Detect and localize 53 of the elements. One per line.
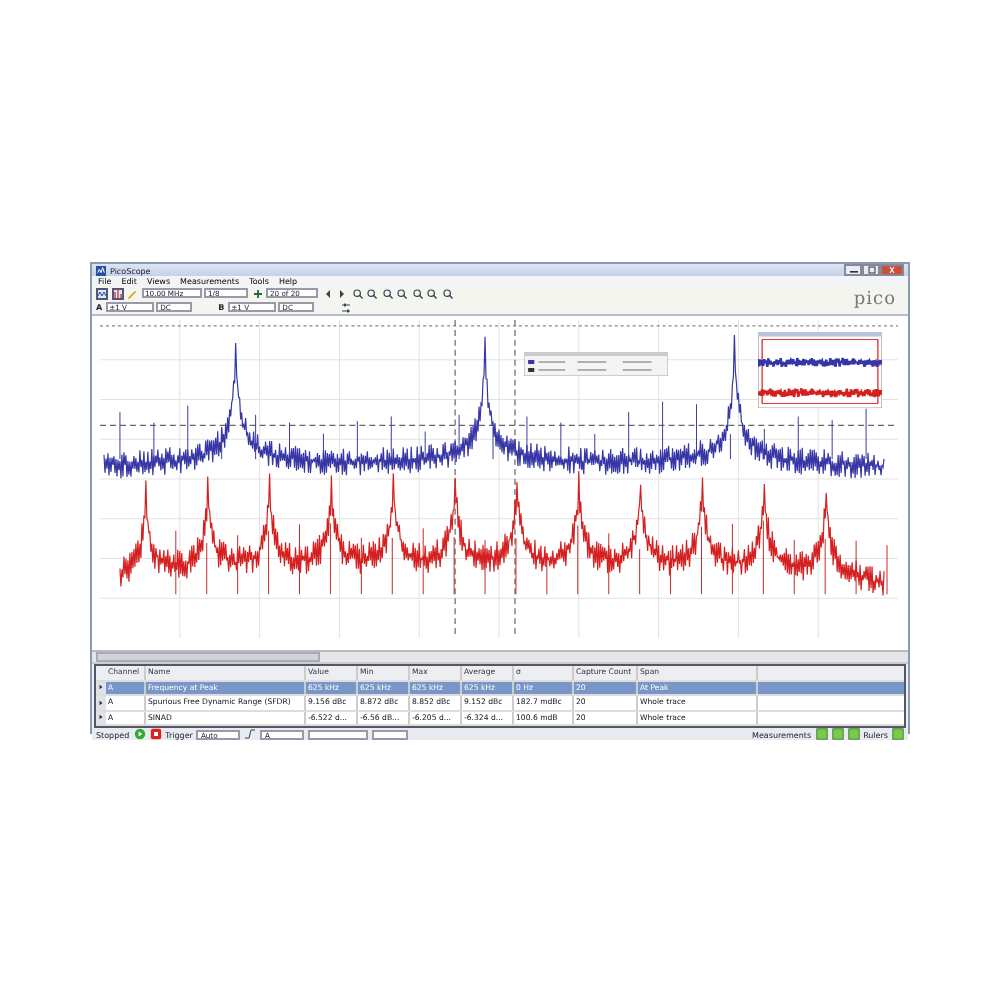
previous-button[interactable] (321, 287, 333, 299)
horizontal-scrollbar[interactable] (92, 652, 908, 664)
measurement-tool-button[interactable] (831, 728, 844, 740)
rising-edge-icon (244, 728, 257, 740)
spectrum-mode-button[interactable] (111, 287, 123, 299)
square-icon (892, 728, 904, 740)
magnifier-icon (381, 287, 393, 299)
close-icon (886, 266, 898, 274)
square-icon (847, 728, 860, 740)
channel-options-button[interactable] (340, 301, 353, 313)
magnifier-icon (441, 287, 453, 299)
left-arrow-icon (321, 287, 333, 299)
magnifier-icon (351, 287, 363, 299)
overview-thumbnail (758, 332, 882, 408)
row-marker-icon (98, 699, 104, 706)
stop-button[interactable] (149, 728, 162, 740)
square-icon (815, 728, 828, 740)
magnifier-icon (396, 287, 408, 299)
ruler-line[interactable] (514, 320, 516, 638)
row-marker-icon (98, 684, 104, 691)
logo: pico (851, 290, 898, 310)
spectrum-icon (111, 287, 123, 299)
measurement-tool-button[interactable] (815, 728, 828, 740)
magnifier-icon (411, 287, 423, 299)
maximize-icon (865, 266, 877, 274)
ruler-legend (524, 352, 668, 376)
magnifier-icon (366, 287, 378, 299)
zoom-button[interactable] (426, 287, 438, 299)
zoom-button[interactable] (411, 287, 423, 299)
start-button[interactable] (133, 728, 146, 740)
scope-mode-button[interactable] (96, 287, 108, 299)
plus-icon (251, 287, 263, 299)
app-icon (96, 265, 106, 275)
zoom-button[interactable] (441, 287, 453, 299)
row-marker-icon (98, 714, 104, 721)
measurement-tool-button[interactable] (847, 728, 860, 740)
right-arrow-icon (336, 287, 348, 299)
close-button[interactable] (880, 264, 904, 276)
threshold-field[interactable] (308, 729, 369, 739)
ruler-line[interactable] (454, 320, 456, 638)
zoom-button[interactable] (366, 287, 378, 299)
magnifier-icon (426, 287, 438, 299)
pretrigger-field[interactable] (372, 729, 409, 739)
zoom-button[interactable] (396, 287, 408, 299)
zoom-button[interactable] (351, 287, 363, 299)
trigger-type-button[interactable] (244, 728, 257, 740)
zoom-button[interactable] (381, 287, 393, 299)
scope-icon (96, 287, 108, 299)
next-button[interactable] (336, 287, 348, 299)
sliders-icon (340, 301, 353, 313)
square-icon (831, 728, 844, 740)
add-button[interactable] (251, 287, 263, 299)
minimize-button[interactable] (844, 264, 862, 276)
